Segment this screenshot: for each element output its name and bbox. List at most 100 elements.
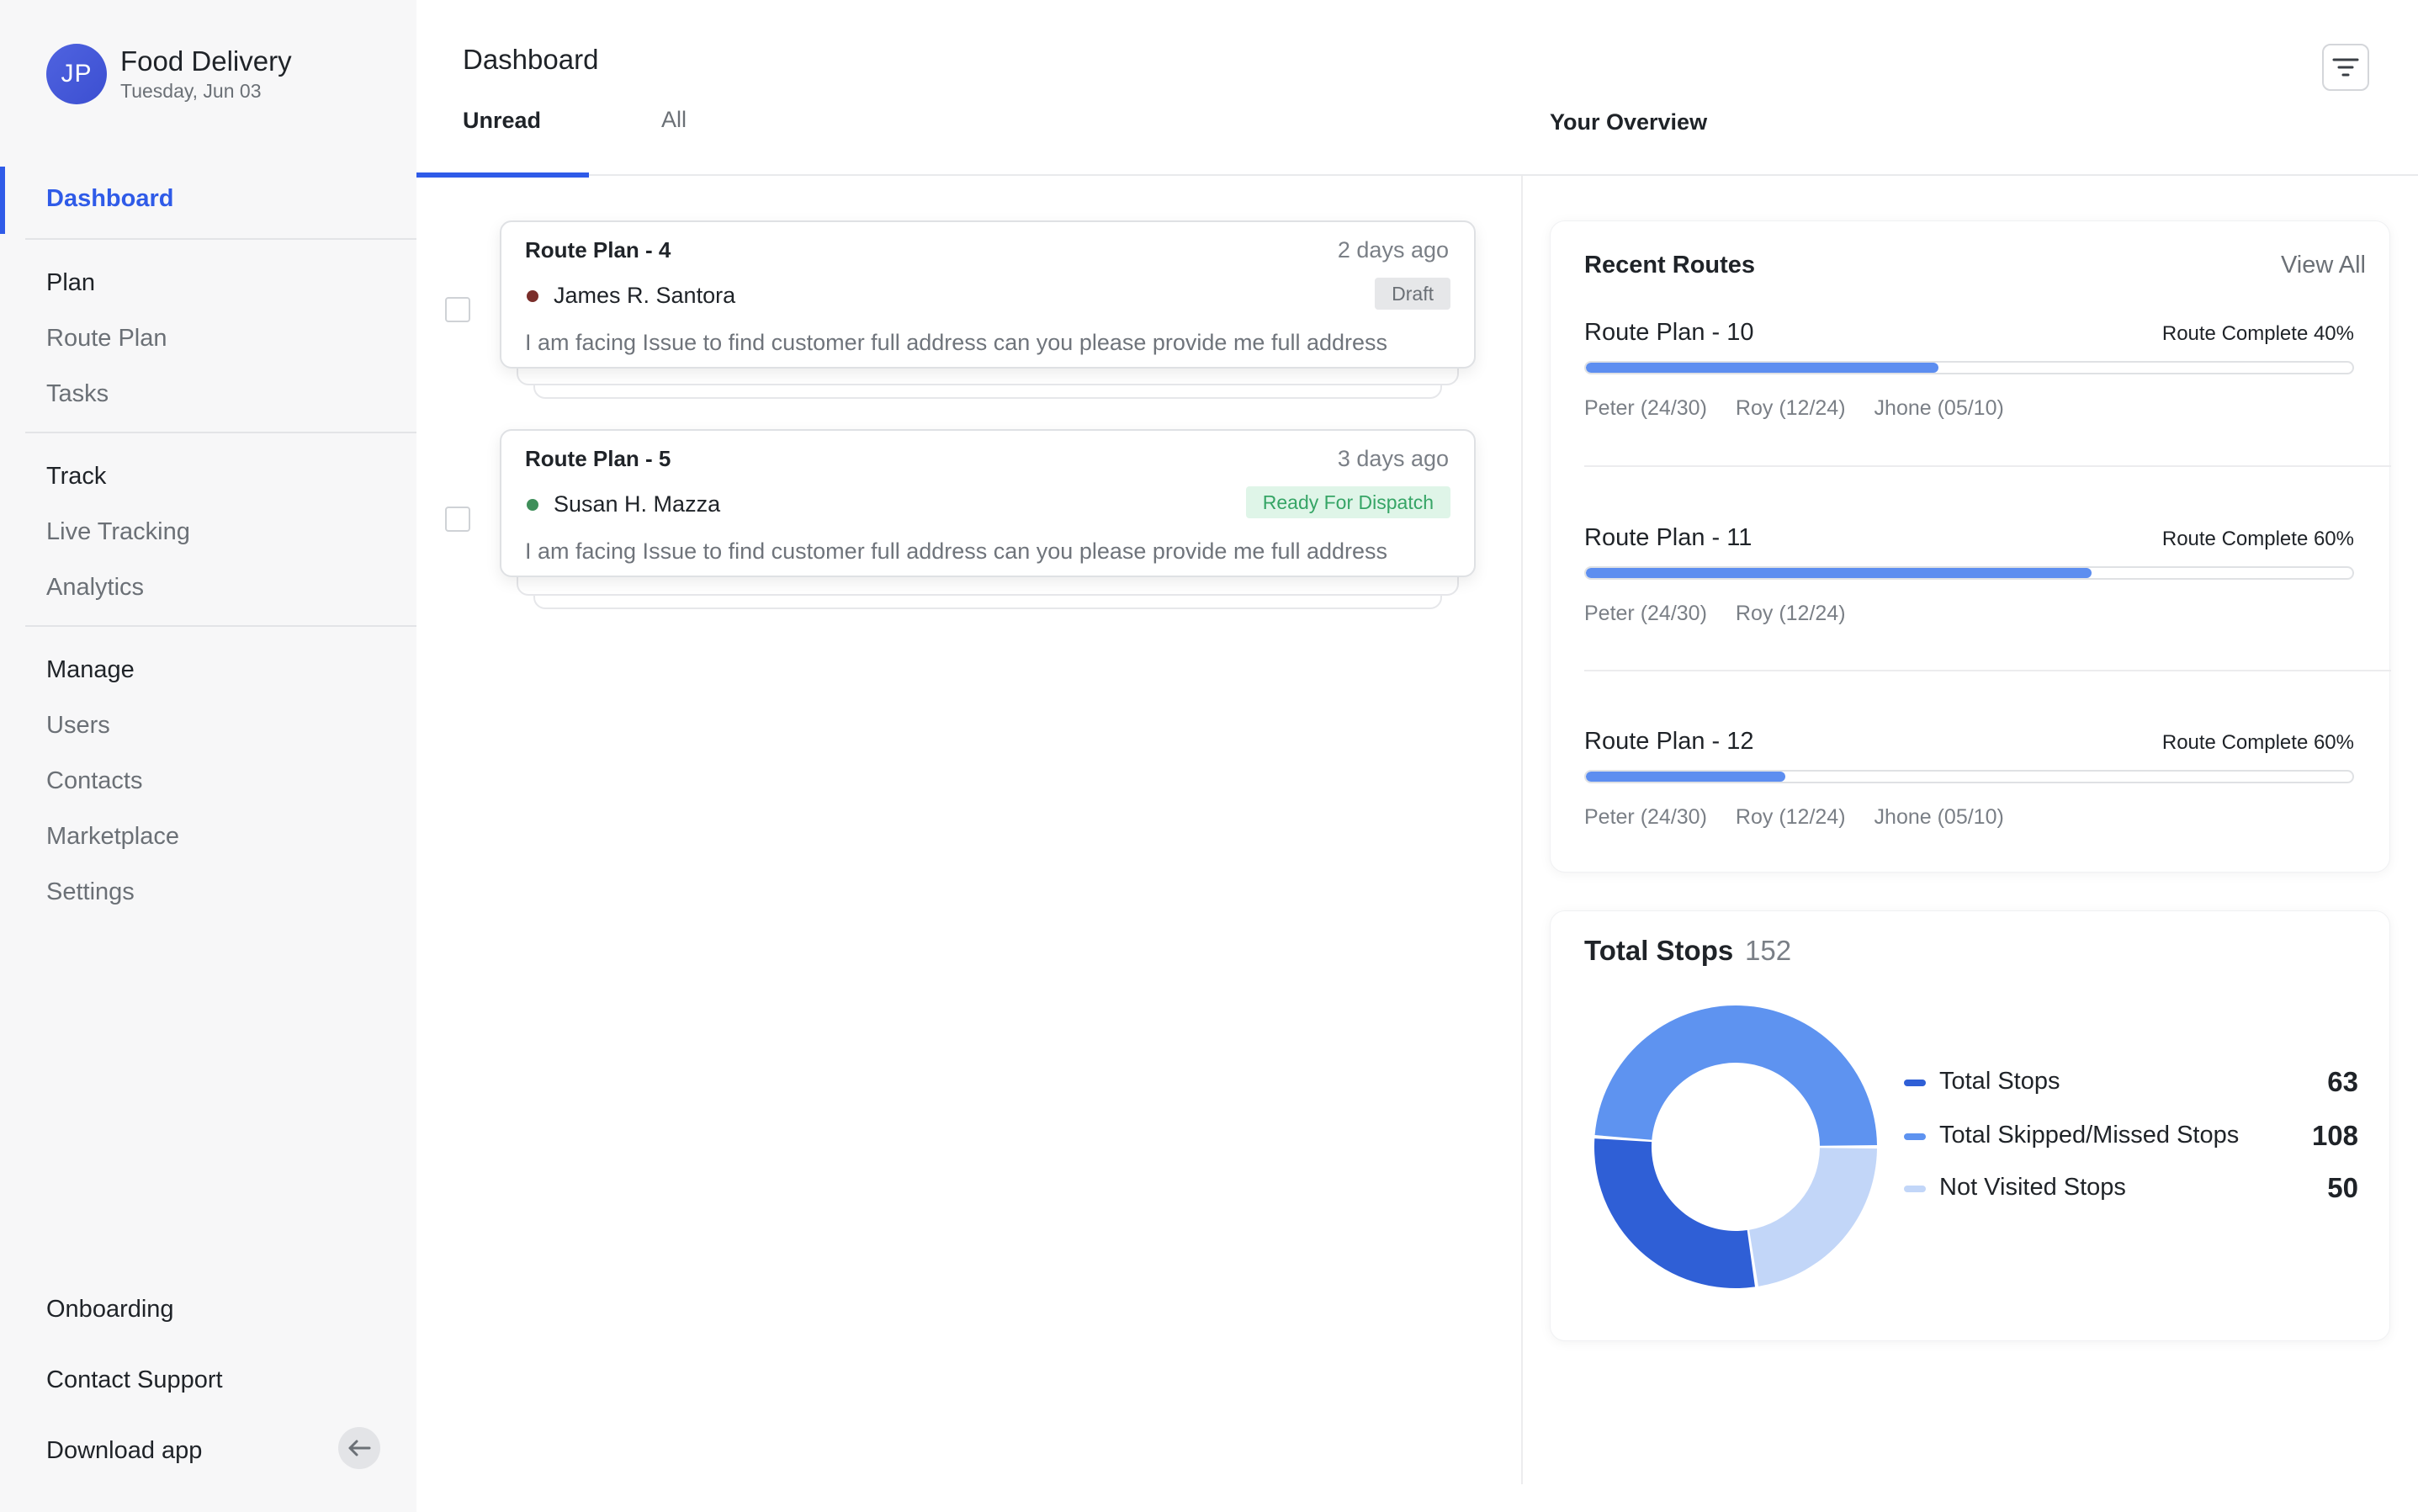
route-drivers: Peter (24/30) Roy (12/24) Jhone (05/10) [1584,396,2033,421]
message-time: 3 days ago [1337,446,1449,471]
message-person: James R. Santora [527,283,735,309]
status-badge: Ready For Dispatch [1245,486,1450,518]
active-indicator [0,167,5,234]
tab-unread[interactable]: Unread [463,108,541,134]
message-title: Route Plan - 4 [525,237,671,263]
status-badge: Draft [1375,278,1450,310]
driver-label: Peter (24/30) [1584,602,1707,625]
sidebar-item-analytics[interactable]: Analytics [46,574,144,602]
column-divider [1521,176,1523,1484]
person-name: James R. Santora [554,283,736,308]
message-card[interactable]: Route Plan - 5 3 days ago Susan H. Mazza… [500,429,1476,577]
route-drivers: Peter (24/30) Roy (12/24) Jhone (05/10) [1584,805,2033,830]
recent-routes-title: Recent Routes [1584,252,1756,279]
route-progress-bar [1584,361,2354,374]
sidebar-item-live-tracking[interactable]: Live Tracking [46,518,190,546]
sidebar: JP Food Delivery Tuesday, Jun 03 Dashboa… [0,0,416,1512]
route-progress-fill [1586,568,2092,578]
route-progress-bar [1584,566,2354,580]
avatar[interactable]: JP [46,44,107,104]
total-stops-count: 152 [1745,935,1792,966]
collapse-sidebar-button[interactable] [338,1427,380,1469]
route-progress-bar [1584,770,2354,783]
message-time: 2 days ago [1337,237,1449,263]
driver-label: Jhone (05/10) [1874,805,2004,829]
driver-label: Peter (24/30) [1584,396,1707,420]
legend-label: Total Stops [1939,1068,2060,1095]
sidebar-heading-plan: Plan [46,269,96,296]
sidebar-item-dashboard[interactable]: Dashboard [0,167,416,234]
message-checkbox[interactable] [445,297,470,322]
sidebar-item-contact-support[interactable]: Contact Support [46,1366,223,1394]
status-dot [527,289,538,302]
filter-icon [2332,58,2359,77]
sidebar-item-settings[interactable]: Settings [46,878,135,906]
divider [1584,670,2391,671]
sidebar-item-label: Dashboard [46,185,174,212]
legend-swatch [1904,1186,1926,1192]
sidebar-item-route-plan[interactable]: Route Plan [46,325,167,353]
page-title: Dashboard [463,44,599,75]
route-progress-fill [1586,772,1785,782]
header-divider [416,174,2418,176]
legend-value: 50 [2327,1172,2358,1203]
sidebar-item-users[interactable]: Users [46,712,110,740]
sidebar-item-contacts[interactable]: Contacts [46,767,142,795]
legend-item: Total Stops 63 [1904,1066,2358,1100]
recent-routes-panel: Recent Routes View All Route Plan - 10 R… [1550,220,2391,873]
legend-value: 63 [2327,1066,2358,1097]
driver-label: Roy (12/24) [1735,602,1846,625]
driver-label: Roy (12/24) [1735,396,1846,420]
driver-label: Roy (12/24) [1735,805,1846,829]
divider [1584,465,2391,467]
view-all-link[interactable]: View All [2281,252,2366,279]
route-name: Route Plan - 11 [1584,524,1753,551]
legend-value: 108 [2311,1120,2358,1151]
sidebar-heading-manage: Manage [46,656,135,683]
sidebar-item-tasks[interactable]: Tasks [46,380,109,408]
route-progress-fill [1586,363,1939,373]
message-text: I am facing Issue to find customer full … [525,330,1388,355]
message-text: I am facing Issue to find customer full … [525,538,1388,564]
sidebar-item-marketplace[interactable]: Marketplace [46,823,179,851]
legend-item: Not Visited Stops 50 [1904,1172,2358,1206]
brand: JP Food Delivery Tuesday, Jun 03 [46,44,292,104]
tab-all[interactable]: All [661,107,687,133]
total-stops-title: Total Stops [1584,935,1734,966]
active-tab-indicator [416,172,589,178]
person-name: Susan H. Mazza [554,491,721,517]
total-stops-panel: Total Stops 152 Total Stops 63 Total Ski… [1550,910,2390,1341]
app-date: Tuesday, Jun 03 [120,80,262,102]
route-name: Route Plan - 12 [1584,728,1754,755]
donut-slice [1749,1148,1877,1287]
route-name: Route Plan - 10 [1584,319,1754,346]
message-checkbox[interactable] [445,507,470,532]
route-drivers: Peter (24/30) Roy (12/24) [1584,602,1874,626]
donut-slice [1594,1138,1755,1288]
legend-item: Total Skipped/Missed Stops 108 [1904,1120,2358,1154]
message-card[interactable]: Route Plan - 4 2 days ago James R. Santo… [500,220,1476,369]
sidebar-item-download-app[interactable]: Download app [46,1437,202,1465]
route-status: Route Complete 60% [2161,528,2354,550]
legend-swatch [1904,1080,1926,1086]
sidebar-item-onboarding[interactable]: Onboarding [46,1296,174,1324]
filter-button[interactable] [2322,44,2369,91]
route-status: Route Complete 40% [2161,322,2354,345]
arrow-left-icon [348,1440,371,1456]
route-status: Route Complete 60% [2161,731,2354,754]
app-title: Food Delivery [120,45,292,77]
overview-title: Your Overview [1550,109,1708,135]
driver-label: Peter (24/30) [1584,805,1707,829]
divider [25,432,416,433]
stops-donut-chart [1594,1005,1877,1288]
divider [25,625,416,627]
legend-label: Total Skipped/Missed Stops [1939,1122,2240,1149]
driver-label: Jhone (05/10) [1874,396,2004,420]
divider [25,238,416,240]
donut-slice [1594,1005,1877,1146]
legend-label: Not Visited Stops [1939,1174,2126,1201]
sidebar-heading-track: Track [46,463,107,490]
status-dot [527,498,538,511]
message-title: Route Plan - 5 [525,446,671,471]
legend-swatch [1904,1133,1926,1140]
